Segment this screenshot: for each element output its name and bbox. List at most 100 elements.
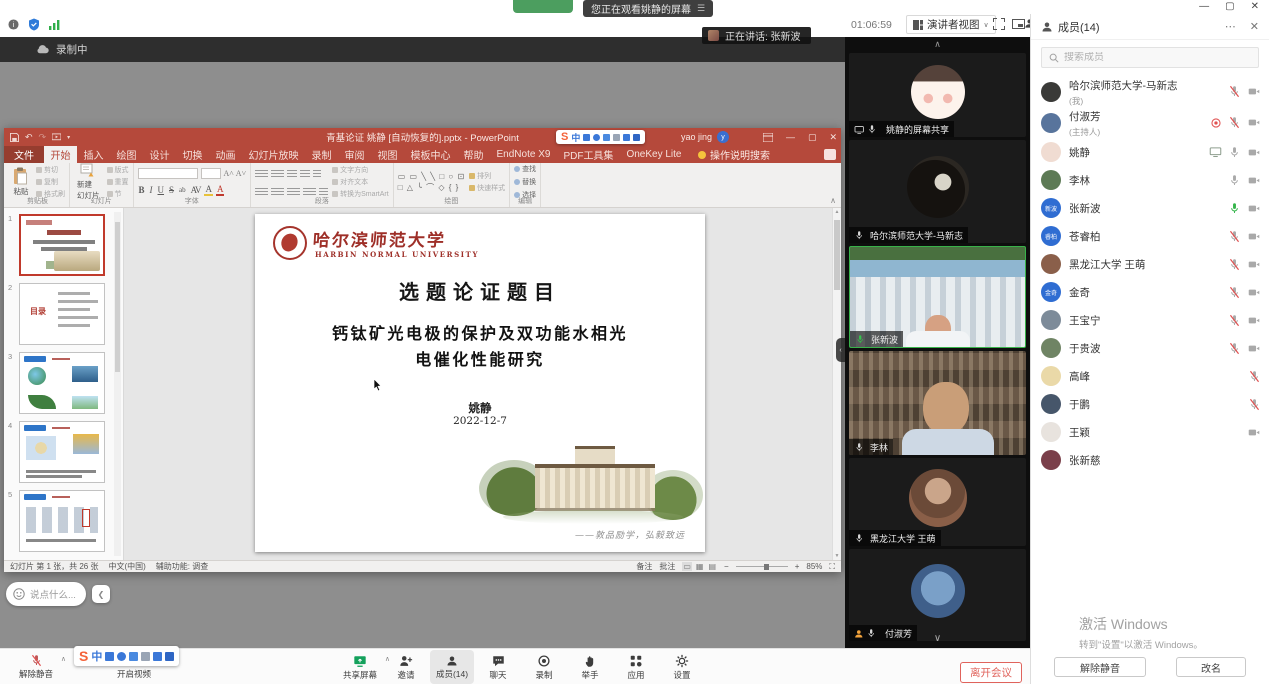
toolbox-icon[interactable] [633,134,640,141]
emoji-smiley-icon[interactable] [13,588,25,600]
ribbon-tab-4[interactable]: 设计 [143,146,176,163]
member-row[interactable]: 金奇 金奇 [1031,278,1269,306]
mic-off-icon[interactable] [1228,116,1241,129]
maximize-button[interactable]: ▢ [1225,1,1234,12]
member-row[interactable]: 睿柏 苍睿柏 [1031,222,1269,250]
fit-slide-icon[interactable]: ⛶ [829,562,835,572]
camera-icon[interactable] [1247,426,1261,439]
record-icon[interactable] [1210,117,1222,129]
chat-input-pill[interactable]: 说点什么... [6,582,86,606]
sogou-logo-icon[interactable]: S [561,131,568,143]
skin-icon[interactable] [623,134,630,141]
ribbon-tab-6[interactable]: 动画 [209,146,242,163]
member-row[interactable]: 哈尔滨师范大学-马新志(我) [1031,76,1269,107]
toolbar-invite-button[interactable]: 邀请 [384,650,428,684]
voice-input-icon[interactable] [603,134,610,141]
member-row[interactable]: 王宝宁 [1031,306,1269,334]
ribbon-item[interactable]: 排列 [469,171,505,181]
ribbon-tab-14[interactable]: PDF工具集 [557,146,620,163]
ribbon-tab-9[interactable]: 审阅 [338,146,371,163]
collapse-ribbon-icon[interactable]: ∧ [830,196,836,205]
close-button[interactable]: ✕ [1251,1,1259,12]
video-tile[interactable]: 张新波 [849,246,1026,348]
close-panel-icon[interactable]: ✕ [1250,20,1259,33]
ribbon-display-icon[interactable] [763,133,773,142]
input-method-bar-bottom[interactable]: S 中 [74,646,179,666]
view-mode-button[interactable]: 演讲者视图 ∨ [906,15,996,34]
view-buttons[interactable]: ▭▦▤ [682,562,717,571]
toolbar-record-button[interactable]: 录制 [522,650,566,684]
video-tile[interactable]: 姚静的屏幕共享 [849,53,1026,137]
ribbon-item[interactable]: 对齐文本 [332,177,389,187]
align-buttons[interactable] [255,184,328,198]
zoom-out-icon[interactable]: − [724,562,729,571]
camera-icon[interactable] [1247,342,1261,355]
mic-off-icon[interactable] [1228,286,1241,299]
ppt-maximize-button[interactable]: ▢ [808,132,817,143]
ribbon-tab-1[interactable]: 开始 [44,146,77,163]
mic-off-icon[interactable] [1228,85,1241,98]
zoom-level[interactable]: 85% [806,562,822,571]
emoji-icon[interactable] [593,134,600,141]
more-videos-icon[interactable]: ∨ [845,633,1030,644]
new-slide-button[interactable]: 新建幻灯片 [74,166,103,197]
ribbon-tab-file[interactable]: 文件 [4,146,44,163]
accessibility-indicator[interactable]: 辅助功能: 调查 [156,561,208,572]
camera-icon[interactable] [1247,85,1261,98]
camera-icon[interactable] [1247,146,1261,159]
screen-share-icon[interactable] [1209,146,1222,158]
redo-icon[interactable]: ↷ [39,132,47,143]
ribbon-item[interactable]: 复制 [36,177,65,187]
camera-icon[interactable] [1247,202,1261,215]
member-row[interactable]: 姚静 [1031,138,1269,166]
ribbon-tab-2[interactable]: 插入 [77,146,110,163]
member-row[interactable]: 黑龙江大学 王萌 [1031,250,1269,278]
zoom-slider[interactable] [736,566,788,567]
mic-icon[interactable] [1228,146,1241,159]
input-method-bar[interactable]: S 中 [556,130,645,144]
camera-icon[interactable] [1247,230,1261,243]
ribbon-item[interactable]: 剪切 [36,165,65,175]
paste-button[interactable]: 粘贴 [10,166,32,197]
slide-thumbnail-1[interactable]: 1 [8,214,107,276]
vertical-scrollbar[interactable]: ▲▼ [832,208,841,560]
member-row[interactable]: 付淑芳(主持人) [1031,107,1269,138]
toolbar-hand-button[interactable]: 举手 [568,650,612,684]
toolbox-icon[interactable] [165,652,174,661]
ribbon-tab-10[interactable]: 视图 [371,146,404,163]
ppt-close-button[interactable]: ✕ [829,132,837,143]
chinese-mode-icon[interactable]: 中 [91,648,102,664]
punctuation-icon[interactable] [583,134,590,141]
emoji-icon[interactable] [117,652,126,661]
toolbar-members-button[interactable]: 成员(14) [430,650,474,684]
keyboard-icon[interactable] [141,652,150,661]
keyboard-icon[interactable] [613,134,620,141]
member-row[interactable]: 张新慈 [1031,446,1269,474]
ribbon-tab-13[interactable]: EndNote X9 [490,146,557,163]
mic-off-icon[interactable] [1248,370,1261,383]
minimize-button[interactable]: — [1199,1,1209,12]
slide-thumbnail-4[interactable]: 4 [8,421,107,483]
ribbon-tab-7[interactable]: 幻灯片放映 [242,146,305,163]
mic-on-icon[interactable] [1228,202,1241,215]
slide-thumbnail-3[interactable]: 3 [8,352,107,414]
ribbon-item[interactable]: 版式 [107,165,129,175]
list-buttons[interactable] [255,166,328,180]
toolbar-apps-button[interactable]: 应用 [614,650,658,684]
skin-icon[interactable] [153,652,162,661]
camera-icon[interactable] [1247,286,1261,299]
panel-collapse-handle[interactable]: ‹ [836,338,845,362]
comments-icon[interactable] [824,149,836,160]
ribbon-item[interactable]: 查找 [514,164,536,174]
shapes-gallery[interactable]: ▭ ▭ ╲ ╲ □ ○ ⊡□ △ ╰ ⌒ ◇ { } [398,166,465,197]
punctuation-icon[interactable] [105,652,114,661]
member-search-box[interactable] [1041,47,1259,68]
ribbon-tab-3[interactable]: 绘图 [110,146,143,163]
mic-icon[interactable] [1228,174,1241,187]
undo-icon[interactable]: ↶ [25,132,33,143]
comments-button[interactable]: 批注 [659,561,675,572]
chat-collapse-icon[interactable]: ❮ [92,585,110,603]
tell-me-search[interactable]: 操作说明搜索 [698,146,770,163]
font-name-select[interactable] [138,168,198,179]
rename-button[interactable]: 改名 S [1176,657,1246,677]
